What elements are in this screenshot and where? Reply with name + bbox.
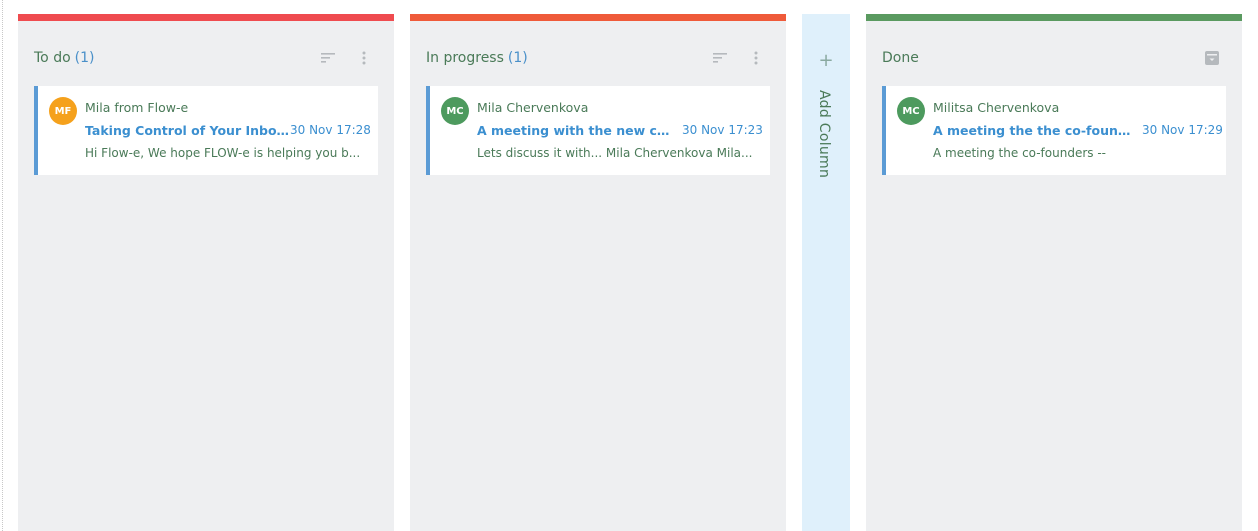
column-title-text: In progress [426, 50, 504, 66]
column-count: (1) [507, 50, 528, 66]
column-header: Done [866, 42, 1242, 74]
column-title-text: Done [882, 50, 919, 66]
card-date: 30 Nov 17:28 [290, 123, 371, 137]
left-guide-line [2, 0, 3, 531]
card-sender: Militsa Chervenkova [933, 100, 1060, 115]
add-column-label: Add Column [816, 90, 832, 179]
more-vertical-icon[interactable] [744, 46, 768, 70]
column-title[interactable]: Done [882, 50, 923, 66]
add-column-button[interactable]: + Add Column [802, 14, 850, 531]
more-vertical-icon[interactable] [352, 46, 376, 70]
card-subject[interactable]: Taking Control of Your Inbox? ... [85, 123, 290, 138]
email-card[interactable]: MC Mila Chervenkova A meeting with the n… [426, 86, 770, 175]
avatar: MC [897, 97, 925, 125]
card-preview: A meeting the co-founders -- [933, 146, 1106, 160]
plus-icon: + [818, 50, 834, 71]
card-sender: Mila Chervenkova [477, 100, 589, 115]
card-subject[interactable]: A meeting the the co-founders [933, 123, 1138, 138]
column-title[interactable]: To do (1) [34, 50, 94, 66]
email-card[interactable]: MF Mila from Flow-e Taking Control of Yo… [34, 86, 378, 175]
sort-icon[interactable] [316, 46, 340, 70]
card-subject[interactable]: A meeting with the new candi... [477, 123, 677, 138]
column-in-progress: In progress (1) MC Mila Chervenkova A mee… [410, 14, 786, 531]
card-sender: Mila from Flow-e [85, 100, 189, 115]
column-title-text: To do [34, 50, 71, 66]
sort-icon[interactable] [708, 46, 732, 70]
archive-icon[interactable] [1200, 46, 1224, 70]
column-header: To do (1) [18, 42, 394, 74]
card-preview: Lets discuss it with... Mila Chervenkova… [477, 146, 753, 160]
column-count: (1) [74, 50, 95, 66]
card-date: 30 Nov 17:23 [682, 123, 763, 137]
card-date: 30 Nov 17:29 [1142, 123, 1223, 137]
column-done: Done MC Militsa Chervenkova A meeting th… [866, 14, 1242, 531]
column-title[interactable]: In progress (1) [426, 50, 528, 66]
column-todo: To do (1) MF Mila from Flow-e Taking Cont… [18, 14, 394, 531]
avatar: MC [441, 97, 469, 125]
email-card[interactable]: MC Militsa Chervenkova A meeting the the… [882, 86, 1226, 175]
column-header: In progress (1) [410, 42, 786, 74]
column-color-bar [18, 14, 394, 21]
column-color-bar [410, 14, 786, 21]
avatar: MF [49, 97, 77, 125]
card-preview: Hi Flow-e, We hope FLOW-e is helping you… [85, 146, 361, 160]
column-color-bar [866, 14, 1242, 21]
